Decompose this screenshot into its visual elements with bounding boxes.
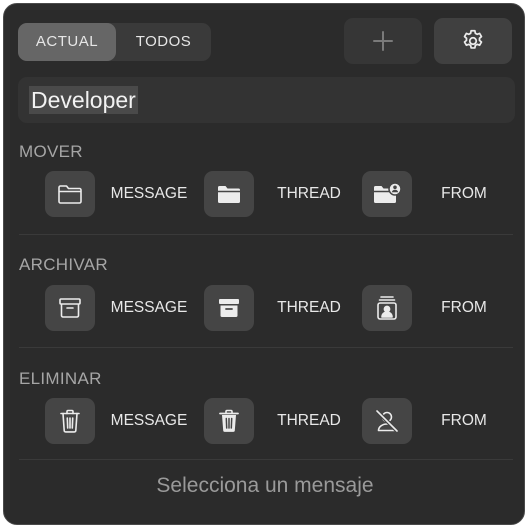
scope-segmented-control: ACTUAL TODOS (18, 23, 211, 61)
section-divider (19, 347, 513, 348)
folder-outline-icon (58, 185, 82, 204)
delete-thread-label[interactable]: THREAD (269, 398, 349, 444)
section-title-eliminar: ELIMINAR (19, 369, 102, 388)
folder-person-icon (374, 182, 402, 203)
status-message: Selecciona un mensaje (156, 474, 374, 497)
add-button[interactable] (344, 18, 422, 64)
move-thread-label[interactable]: THREAD (269, 171, 349, 217)
archive-from-label[interactable]: FROM (429, 285, 499, 331)
section-divider (19, 234, 513, 235)
delete-message-button[interactable] (45, 398, 95, 444)
folder-filled-icon (218, 186, 240, 203)
move-thread-button[interactable] (204, 171, 254, 217)
tab-actual[interactable]: ACTUAL (18, 23, 116, 61)
archive-outline-icon (59, 298, 81, 318)
delete-thread-button[interactable] (204, 398, 254, 444)
trash-filled-icon (219, 409, 239, 432)
trash-outline-icon (60, 409, 80, 433)
search-field[interactable]: Developer (18, 77, 515, 123)
delete-message-label[interactable]: MESSAGE (104, 398, 194, 444)
section-title-archivar: ARCHIVAR (19, 255, 108, 274)
move-message-button[interactable] (45, 171, 95, 217)
search-input-value[interactable]: Developer (29, 86, 138, 114)
section-divider (19, 459, 513, 460)
settings-button[interactable] (434, 18, 512, 64)
delete-from-label[interactable]: FROM (429, 398, 499, 444)
delete-from-button[interactable] (362, 398, 412, 444)
actions-panel: ACTUAL TODOS Developer MOVER MESSAGE THR… (3, 3, 525, 525)
section-title-mover: MOVER (19, 142, 83, 161)
move-from-label[interactable]: FROM (429, 171, 499, 217)
move-from-button[interactable] (362, 171, 412, 217)
archive-message-label[interactable]: MESSAGE (104, 285, 194, 331)
archive-message-button[interactable] (45, 285, 95, 331)
plus-icon (373, 31, 393, 51)
contact-card-icon (377, 296, 397, 320)
tab-todos[interactable]: TODOS (116, 23, 211, 61)
archive-filled-icon (219, 299, 239, 317)
archive-thread-button[interactable] (204, 285, 254, 331)
move-message-label[interactable]: MESSAGE (104, 171, 194, 217)
gear-icon (463, 29, 483, 49)
person-slash-icon (375, 409, 399, 433)
archive-thread-label[interactable]: THREAD (269, 285, 349, 331)
archive-from-button[interactable] (362, 285, 412, 331)
